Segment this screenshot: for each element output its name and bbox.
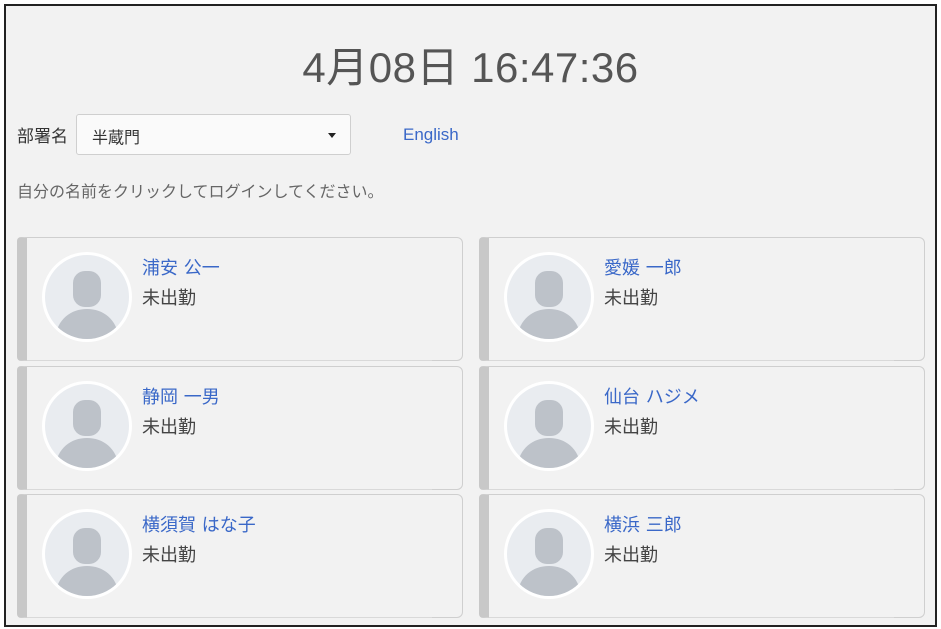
user-silhouette-icon: [504, 509, 594, 599]
employee-status: 未出勤: [604, 417, 658, 438]
department-select[interactable]: 半蔵門: [76, 114, 351, 155]
department-label: 部署名: [17, 127, 68, 147]
user-silhouette-icon: [42, 509, 132, 599]
employee-name: 横須賀 はな子: [142, 515, 256, 536]
employee-card[interactable]: 横浜 三郎 未出勤: [479, 494, 925, 618]
employee-status: 未出勤: [142, 288, 196, 309]
employee-card[interactable]: 静岡 一男 未出勤: [17, 366, 463, 490]
employee-card[interactable]: 仙台 ハジメ 未出勤: [479, 366, 925, 490]
employee-card[interactable]: 横須賀 はな子 未出勤: [17, 494, 463, 618]
employee-card[interactable]: 愛媛 一郎 未出勤: [479, 237, 925, 361]
employee-status: 未出勤: [604, 288, 658, 309]
employee-card[interactable]: 浦安 公一 未出勤: [17, 237, 463, 361]
english-language-link[interactable]: English: [403, 125, 459, 145]
kiosk-frame: 4月08日 16:47:36 部署名 半蔵門 English 自分の名前をクリッ…: [4, 4, 937, 627]
employee-name: 愛媛 一郎: [604, 258, 682, 279]
caret-down-icon: [328, 133, 336, 138]
employee-name: 浦安 公一: [142, 258, 220, 279]
employee-name: 横浜 三郎: [604, 515, 682, 536]
user-silhouette-icon: [504, 381, 594, 471]
employee-name: 仙台 ハジメ: [604, 387, 700, 408]
login-instruction: 自分の名前をクリックしてログインしてください。: [17, 182, 384, 201]
employee-status: 未出勤: [142, 417, 196, 438]
user-silhouette-icon: [42, 381, 132, 471]
employee-name: 静岡 一男: [142, 387, 220, 408]
department-selected-value: 半蔵門: [92, 128, 141, 147]
user-silhouette-icon: [42, 252, 132, 342]
employee-status: 未出勤: [604, 545, 658, 566]
employee-status: 未出勤: [142, 545, 196, 566]
user-silhouette-icon: [504, 252, 594, 342]
clock-display: 4月08日 16:47:36: [302, 44, 639, 91]
